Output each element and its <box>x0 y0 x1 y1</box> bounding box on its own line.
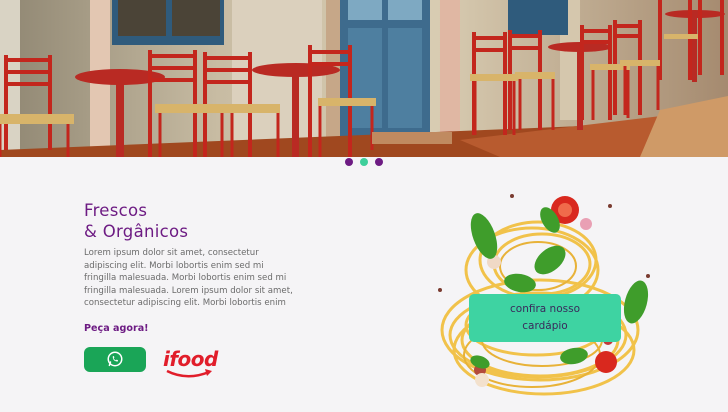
title-line-1: Frescos <box>84 201 148 220</box>
whatsapp-button[interactable] <box>84 346 146 372</box>
order-actions: ifood <box>84 346 384 378</box>
menu-button[interactable]: confira nosso cardápio <box>469 294 621 342</box>
carousel-dot[interactable] <box>345 158 353 166</box>
hero-banner <box>0 0 728 157</box>
section-description: Lorem ipsum dolor sit amet, consectetur … <box>84 248 293 309</box>
carousel-dot-active[interactable] <box>360 158 368 166</box>
whatsapp-icon <box>107 351 123 367</box>
menu-button-label: confira nosso cardápio <box>510 301 580 335</box>
carousel-dot[interactable] <box>375 158 383 166</box>
ifood-logo-text: ifood <box>163 347 218 372</box>
title-line-2: & Orgânicos <box>84 222 189 241</box>
ifood-smile-icon <box>166 369 212 378</box>
order-now-label: Peça agora! <box>84 322 149 334</box>
menu-button-line-2: cardápio <box>522 320 568 332</box>
menu-button-line-1: confira nosso <box>510 303 580 315</box>
section-title: Frescos & Orgânicos <box>84 200 384 242</box>
promo-section: Frescos & Orgânicos Lorem ipsum dolor si… <box>84 200 384 378</box>
carousel-indicators <box>0 158 728 166</box>
ifood-logo[interactable]: ifood <box>163 347 218 378</box>
hero-image <box>0 0 728 157</box>
